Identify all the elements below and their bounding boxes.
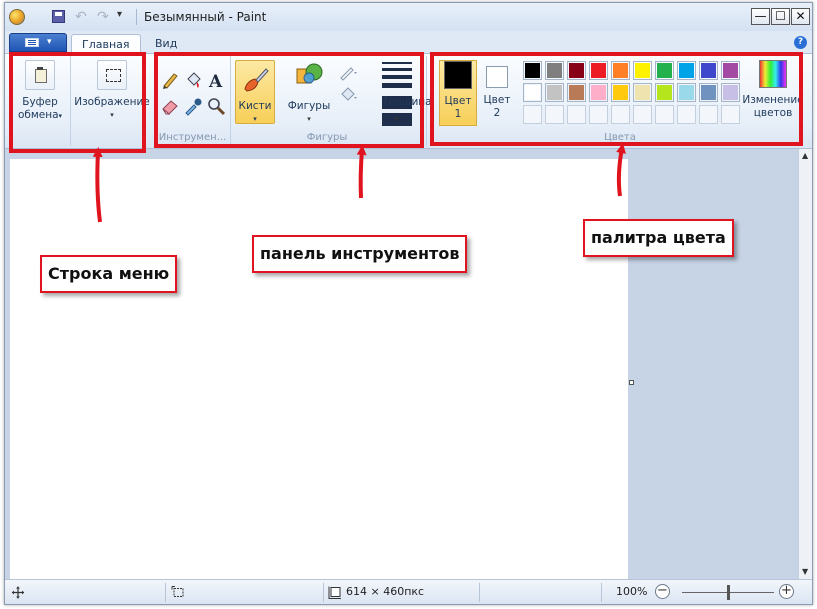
vertical-scrollbar[interactable]: ▲ ▼ (798, 149, 812, 579)
canvas-area[interactable] (5, 149, 798, 579)
cursor-position-icon (12, 586, 24, 599)
minimize-button[interactable]: — (751, 8, 770, 25)
file-menu-icon (25, 38, 39, 47)
maximize-button[interactable]: ☐ (771, 8, 790, 25)
status-separator (323, 583, 324, 602)
help-icon[interactable]: ? (794, 36, 807, 49)
customize-quick-access-icon[interactable]: ▾ (117, 9, 122, 20)
file-menu-button[interactable]: ▾ (9, 33, 67, 52)
chevron-down-icon: ▾ (47, 37, 52, 47)
selection-size-icon (171, 586, 184, 597)
callout-toolbar: панель инструментов (252, 235, 468, 273)
title-bar: ↶ ↷ ▾ Безымянный - Paint — ☐ ✕ (5, 3, 812, 31)
annotation-box-menu (9, 52, 146, 153)
redo-icon[interactable]: ↷ (97, 9, 109, 25)
title-separator (136, 9, 137, 25)
close-button[interactable]: ✕ (791, 8, 810, 25)
scroll-up-icon[interactable]: ▲ (802, 151, 808, 160)
ribbon-tabs: ▾ Главная Вид ? (5, 31, 812, 53)
drawing-canvas[interactable] (10, 159, 628, 579)
callout-menu-row: Строка меню (40, 255, 178, 293)
zoom-out-button[interactable]: − (655, 584, 670, 599)
save-icon[interactable] (52, 10, 65, 23)
undo-icon[interactable]: ↶ (75, 9, 87, 25)
zoom-in-button[interactable]: + (779, 584, 794, 599)
canvas-size-text: 614 × 460пкс (346, 585, 425, 598)
tab-home[interactable]: Главная (71, 34, 141, 53)
zoom-slider-thumb[interactable] (727, 585, 730, 600)
canvas-size-icon (328, 586, 341, 599)
tab-view[interactable]: Вид (145, 34, 187, 53)
status-separator (165, 583, 166, 602)
canvas-resize-handle[interactable] (629, 380, 634, 385)
annotation-box-palette (430, 52, 803, 146)
status-separator (601, 583, 602, 602)
callout-palette: палитра цвета (583, 219, 734, 257)
paint-app-icon[interactable] (9, 9, 25, 25)
annotation-box-toolbar (154, 52, 424, 148)
status-separator (479, 583, 480, 602)
status-bar: 614 × 460пкс 100% − + (5, 579, 812, 604)
zoom-level: 100% (616, 585, 648, 598)
scroll-down-icon[interactable]: ▼ (802, 567, 808, 576)
window-title: Безымянный - Paint (144, 10, 267, 24)
